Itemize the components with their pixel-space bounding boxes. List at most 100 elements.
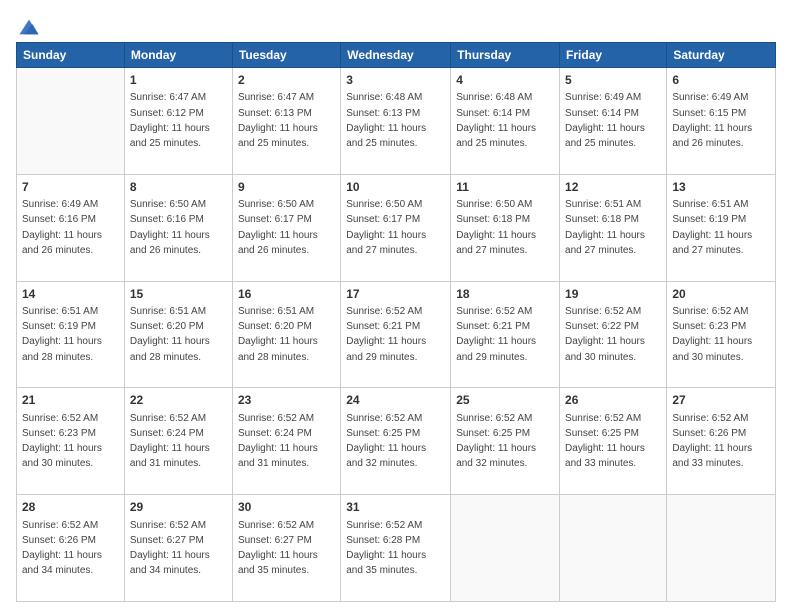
day-number: 13 [672, 179, 770, 196]
calendar-week-row: 1 Sunrise: 6:47 AM Sunset: 6:12 PM Daylig… [17, 68, 776, 175]
day-number: 22 [130, 392, 227, 409]
calendar-day-cell: 4 Sunrise: 6:48 AM Sunset: 6:14 PM Daylig… [451, 68, 560, 175]
calendar-day-cell: 20 Sunrise: 6:52 AM Sunset: 6:23 PM Dayli… [667, 281, 776, 388]
day-number: 16 [238, 286, 335, 303]
day-number: 7 [22, 179, 119, 196]
day-number: 24 [346, 392, 445, 409]
day-number: 10 [346, 179, 445, 196]
day-number: 6 [672, 72, 770, 89]
day-number: 15 [130, 286, 227, 303]
day-number: 18 [456, 286, 554, 303]
day-number: 21 [22, 392, 119, 409]
calendar-week-row: 7 Sunrise: 6:49 AM Sunset: 6:16 PM Daylig… [17, 174, 776, 281]
day-info: Sunrise: 6:47 AM Sunset: 6:13 PM Dayligh… [238, 92, 318, 149]
calendar-day-cell: 2 Sunrise: 6:47 AM Sunset: 6:13 PM Daylig… [232, 68, 340, 175]
day-number: 1 [130, 72, 227, 89]
day-info: Sunrise: 6:48 AM Sunset: 6:14 PM Dayligh… [456, 92, 536, 149]
day-info: Sunrise: 6:47 AM Sunset: 6:12 PM Dayligh… [130, 92, 210, 149]
day-number: 14 [22, 286, 119, 303]
day-number: 12 [565, 179, 661, 196]
calendar-table: SundayMondayTuesdayWednesdayThursdayFrid… [16, 42, 776, 602]
day-info: Sunrise: 6:50 AM Sunset: 6:17 PM Dayligh… [346, 199, 426, 256]
day-number: 8 [130, 179, 227, 196]
day-info: Sunrise: 6:51 AM Sunset: 6:20 PM Dayligh… [130, 306, 210, 363]
calendar-day-cell: 19Sunrise: 6:52 AM Sunset: 6:22 PM Dayli… [560, 281, 667, 388]
day-info: Sunrise: 6:52 AM Sunset: 6:25 PM Dayligh… [565, 413, 645, 470]
day-number: 19 [565, 286, 661, 303]
calendar-day-cell: 25 Sunrise: 6:52 AM Sunset: 6:25 PM Dayli… [451, 388, 560, 495]
page: SundayMondayTuesdayWednesdayThursdayFrid… [0, 0, 792, 612]
day-info: Sunrise: 6:52 AM Sunset: 6:23 PM Dayligh… [22, 413, 102, 470]
day-info: Sunrise: 6:52 AM Sunset: 6:28 PM Dayligh… [346, 520, 426, 577]
calendar-day-cell: 11 Sunrise: 6:50 AM Sunset: 6:18 PM Dayli… [451, 174, 560, 281]
day-info: Sunrise: 6:50 AM Sunset: 6:16 PM Dayligh… [130, 199, 210, 256]
calendar-day-cell: 31 Sunrise: 6:52 AM Sunset: 6:28 PM Dayli… [341, 495, 451, 602]
day-info: Sunrise: 6:52 AM Sunset: 6:27 PM Dayligh… [130, 520, 210, 577]
calendar-day-cell: 10 Sunrise: 6:50 AM Sunset: 6:17 PM Dayli… [341, 174, 451, 281]
calendar-header-cell: Sunday [17, 43, 125, 68]
calendar-header-row: SundayMondayTuesdayWednesdayThursdayFrid… [17, 43, 776, 68]
calendar-day-cell: 12 Sunrise: 6:51 AM Sunset: 6:18 PM Dayli… [560, 174, 667, 281]
day-info: Sunrise: 6:52 AM Sunset: 6:25 PM Dayligh… [346, 413, 426, 470]
day-info: Sunrise: 6:52 AM Sunset: 6:23 PM Dayligh… [672, 306, 752, 363]
calendar-day-cell: 5 Sunrise: 6:49 AM Sunset: 6:14 PM Daylig… [560, 68, 667, 175]
calendar-day-cell [667, 495, 776, 602]
day-info: Sunrise: 6:52 AM Sunset: 6:21 PM Dayligh… [456, 306, 536, 363]
day-info: Sunrise: 6:49 AM Sunset: 6:14 PM Dayligh… [565, 92, 645, 149]
day-number: 11 [456, 179, 554, 196]
calendar-day-cell [451, 495, 560, 602]
calendar-day-cell: 7 Sunrise: 6:49 AM Sunset: 6:16 PM Daylig… [17, 174, 125, 281]
day-info: Sunrise: 6:50 AM Sunset: 6:17 PM Dayligh… [238, 199, 318, 256]
calendar-header-cell: Wednesday [341, 43, 451, 68]
day-number: 2 [238, 72, 335, 89]
day-number: 3 [346, 72, 445, 89]
day-info: Sunrise: 6:52 AM Sunset: 6:24 PM Dayligh… [130, 413, 210, 470]
day-info: Sunrise: 6:51 AM Sunset: 6:19 PM Dayligh… [22, 306, 102, 363]
day-info: Sunrise: 6:50 AM Sunset: 6:18 PM Dayligh… [456, 199, 536, 256]
calendar-day-cell: 1 Sunrise: 6:47 AM Sunset: 6:12 PM Daylig… [124, 68, 232, 175]
calendar-day-cell: 27Sunrise: 6:52 AM Sunset: 6:26 PM Dayli… [667, 388, 776, 495]
calendar-day-cell: 24 Sunrise: 6:52 AM Sunset: 6:25 PM Dayli… [341, 388, 451, 495]
calendar-day-cell: 8 Sunrise: 6:50 AM Sunset: 6:16 PM Daylig… [124, 174, 232, 281]
day-info: Sunrise: 6:51 AM Sunset: 6:18 PM Dayligh… [565, 199, 645, 256]
day-info: Sunrise: 6:52 AM Sunset: 6:24 PM Dayligh… [238, 413, 318, 470]
day-info: Sunrise: 6:51 AM Sunset: 6:19 PM Dayligh… [672, 199, 752, 256]
calendar-day-cell: 16 Sunrise: 6:51 AM Sunset: 6:20 PM Dayli… [232, 281, 340, 388]
calendar-week-row: 21 Sunrise: 6:52 AM Sunset: 6:23 PM Dayli… [17, 388, 776, 495]
day-number: 9 [238, 179, 335, 196]
day-info: Sunrise: 6:48 AM Sunset: 6:13 PM Dayligh… [346, 92, 426, 149]
day-info: Sunrise: 6:49 AM Sunset: 6:15 PM Dayligh… [672, 92, 752, 149]
calendar-day-cell: 23Sunrise: 6:52 AM Sunset: 6:24 PM Dayli… [232, 388, 340, 495]
calendar-day-cell: 18 Sunrise: 6:52 AM Sunset: 6:21 PM Dayli… [451, 281, 560, 388]
day-info: Sunrise: 6:51 AM Sunset: 6:20 PM Dayligh… [238, 306, 318, 363]
calendar-day-cell: 21 Sunrise: 6:52 AM Sunset: 6:23 PM Dayli… [17, 388, 125, 495]
calendar-body: 1 Sunrise: 6:47 AM Sunset: 6:12 PM Daylig… [17, 68, 776, 602]
day-number: 27 [672, 392, 770, 409]
calendar-day-cell: 14 Sunrise: 6:51 AM Sunset: 6:19 PM Dayli… [17, 281, 125, 388]
calendar-week-row: 14 Sunrise: 6:51 AM Sunset: 6:19 PM Dayli… [17, 281, 776, 388]
calendar-header-cell: Thursday [451, 43, 560, 68]
calendar-day-cell: 6 Sunrise: 6:49 AM Sunset: 6:15 PM Daylig… [667, 68, 776, 175]
calendar-day-cell: 3 Sunrise: 6:48 AM Sunset: 6:13 PM Daylig… [341, 68, 451, 175]
calendar-day-cell: 22 Sunrise: 6:52 AM Sunset: 6:24 PM Dayli… [124, 388, 232, 495]
calendar-day-cell: 17 Sunrise: 6:52 AM Sunset: 6:21 PM Dayli… [341, 281, 451, 388]
day-number: 29 [130, 499, 227, 516]
logo-text [16, 16, 40, 38]
calendar-header-cell: Monday [124, 43, 232, 68]
day-number: 5 [565, 72, 661, 89]
day-info: Sunrise: 6:52 AM Sunset: 6:25 PM Dayligh… [456, 413, 536, 470]
calendar-week-row: 28Sunrise: 6:52 AM Sunset: 6:26 PM Dayli… [17, 495, 776, 602]
logo-icon [18, 16, 40, 38]
day-number: 20 [672, 286, 770, 303]
calendar-day-cell: 29 Sunrise: 6:52 AM Sunset: 6:27 PM Dayli… [124, 495, 232, 602]
calendar-header-cell: Tuesday [232, 43, 340, 68]
calendar-day-cell: 30Sunrise: 6:52 AM Sunset: 6:27 PM Dayli… [232, 495, 340, 602]
day-info: Sunrise: 6:52 AM Sunset: 6:26 PM Dayligh… [22, 520, 102, 577]
day-number: 31 [346, 499, 445, 516]
day-number: 25 [456, 392, 554, 409]
day-info: Sunrise: 6:49 AM Sunset: 6:16 PM Dayligh… [22, 199, 102, 256]
day-number: 17 [346, 286, 445, 303]
header [16, 16, 776, 34]
day-info: Sunrise: 6:52 AM Sunset: 6:21 PM Dayligh… [346, 306, 426, 363]
day-number: 4 [456, 72, 554, 89]
